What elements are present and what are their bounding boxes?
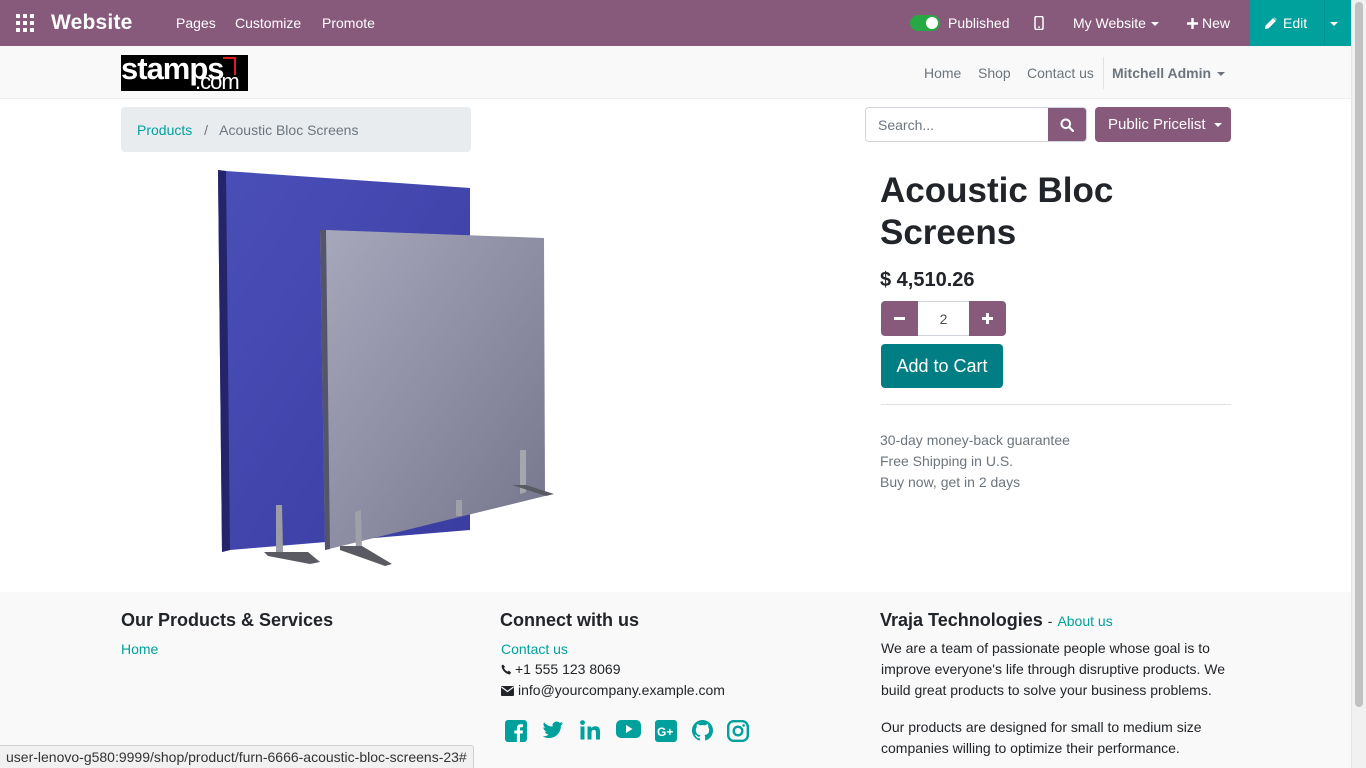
site-header: stamps .com Home Shop Contact us Mitchel… <box>0 46 1351 99</box>
edit-dropdown-toggle[interactable] <box>1330 15 1338 33</box>
google-plus-icon[interactable]: G+ <box>655 720 679 744</box>
product-price: $ 4,510.26 <box>880 269 975 291</box>
perk-free-shipping: Free Shipping in U.S. <box>880 453 1014 469</box>
nav-shop[interactable]: Shop <box>978 65 1011 81</box>
twitter-icon[interactable] <box>542 720 566 744</box>
breadcrumb: Products / Acoustic Bloc Screens <box>121 107 471 152</box>
app-title: Website <box>51 11 133 34</box>
footer-connect-title: Connect with us <box>500 610 639 630</box>
published-toggle[interactable] <box>910 15 940 31</box>
chevron-down-icon <box>1217 72 1226 77</box>
website-selector-label: My Website <box>1073 15 1146 31</box>
divider <box>881 404 1231 405</box>
footer-home-link[interactable]: Home <box>121 641 158 657</box>
quantity-input[interactable] <box>918 301 969 336</box>
about-us-link[interactable]: About us <box>1057 613 1112 629</box>
new-button-label: New <box>1202 15 1231 31</box>
footer-phone: +1 555 123 8069 <box>501 659 621 680</box>
footer-contact-link[interactable]: Contact us <box>501 641 568 657</box>
new-button[interactable]: New <box>1187 15 1230 31</box>
logo-subtext: .com <box>195 69 240 91</box>
edit-button-label: Edit <box>1283 15 1308 31</box>
phone-number: +1 555 123 8069 <box>515 661 621 677</box>
envelope-icon <box>501 686 514 696</box>
pricelist-dropdown[interactable]: Public Pricelist <box>1095 107 1231 142</box>
footer-email: info@yourcompany.example.com <box>501 680 725 701</box>
perk-money-back: 30-day money-back guarantee <box>880 432 1070 448</box>
footer-company-title: Vraja Technologies - About us <box>880 610 1113 631</box>
product-search <box>865 107 1087 142</box>
published-label: Published <box>948 15 1010 31</box>
menu-promote[interactable]: Promote <box>322 15 375 31</box>
linkedin-icon[interactable] <box>580 720 604 744</box>
increase-quantity-button[interactable] <box>969 301 1006 336</box>
decrease-quantity-button[interactable] <box>881 301 918 336</box>
breadcrumb-products-link[interactable]: Products <box>137 122 192 138</box>
pricelist-label: Public Pricelist <box>1108 116 1206 133</box>
website-selector[interactable]: My Website <box>1073 15 1159 31</box>
search-input[interactable] <box>866 108 1049 141</box>
chevron-down-icon <box>1213 123 1222 128</box>
user-menu[interactable]: Mitchell Admin <box>1112 65 1226 81</box>
instagram-icon[interactable] <box>727 720 751 744</box>
pencil-icon <box>1265 17 1277 29</box>
page-scrollbar[interactable] <box>1351 0 1366 768</box>
company-logo[interactable]: stamps .com <box>121 55 248 91</box>
chevron-down-icon <box>1150 22 1159 27</box>
facebook-icon[interactable] <box>505 720 529 744</box>
footer-products-title: Our Products & Services <box>121 610 334 630</box>
phone-icon <box>501 664 512 675</box>
breadcrumb-separator: / <box>204 122 209 138</box>
github-icon[interactable] <box>692 720 716 744</box>
user-name: Mitchell Admin <box>1112 65 1212 81</box>
company-description: We are a team of passionate people whose… <box>881 640 1226 698</box>
admin-top-bar: Website Pages Customize Promote Publishe… <box>0 0 1351 46</box>
youtube-icon[interactable] <box>616 720 641 744</box>
product-image[interactable] <box>180 160 600 580</box>
perk-delivery: Buy now, get in 2 days <box>880 474 1021 490</box>
svg-text:G+: G+ <box>657 725 673 739</box>
nav-home[interactable]: Home <box>924 65 961 81</box>
menu-pages[interactable]: Pages <box>176 15 216 31</box>
search-button[interactable] <box>1048 108 1086 141</box>
status-bar-url: user-lenovo-g580:9999/shop/product/furn-… <box>0 745 474 768</box>
company-name: Vraja Technologies <box>880 610 1043 630</box>
breadcrumb-current: Acoustic Bloc Screens <box>219 122 359 138</box>
mobile-preview-icon[interactable] <box>1034 16 1044 30</box>
title-dash: - <box>1047 613 1053 629</box>
nav-contact-us[interactable]: Contact us <box>1027 65 1094 81</box>
search-icon <box>1060 118 1074 132</box>
chevron-down-icon <box>1330 21 1338 26</box>
plus-icon <box>1187 18 1198 29</box>
product-perks: 30-day money-back guarantee Free Shippin… <box>880 430 1070 493</box>
email-address: info@yourcompany.example.com <box>518 682 725 698</box>
quantity-stepper <box>881 301 1006 336</box>
product-title: Acoustic Bloc Screens <box>880 171 1114 252</box>
plus-icon <box>982 313 993 324</box>
menu-customize[interactable]: Customize <box>235 15 301 31</box>
apps-menu-icon[interactable] <box>16 14 34 32</box>
add-to-cart-button[interactable]: Add to Cart <box>881 344 1003 388</box>
minus-icon <box>894 317 905 320</box>
company-description-2: Our products are designed for small to m… <box>881 719 1202 756</box>
edit-button-group: Edit <box>1250 0 1351 46</box>
edit-button[interactable]: Edit <box>1265 15 1307 31</box>
